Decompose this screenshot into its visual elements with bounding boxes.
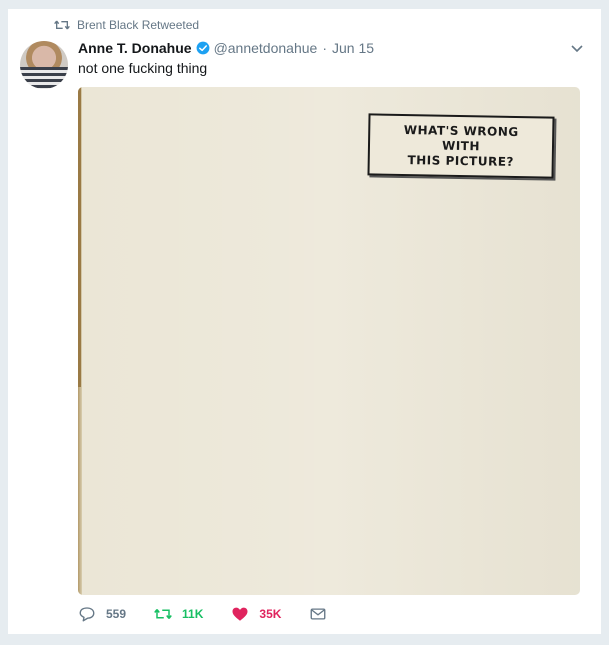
tweet-header: Anne T. Donahue @annetdonahue · Jun 15 — [78, 39, 374, 57]
heart-icon — [232, 607, 248, 621]
caption-line-3: THIS PICTURE? — [407, 152, 515, 169]
tweet-text: not one fucking thing — [78, 60, 208, 76]
caret-down-icon[interactable] — [571, 45, 583, 53]
retweet-action-icon — [154, 609, 172, 619]
page-spine-shadow — [78, 87, 81, 387]
tweet-card[interactable]: Brent Black Retweeted Anne T. Donahue @a… — [8, 8, 601, 634]
caption-line-1: WHAT'S WRONG — [403, 122, 519, 139]
separator-dot: · — [322, 40, 327, 56]
retweet-context: Brent Black Retweeted — [54, 18, 199, 32]
caption-line-2: WITH — [441, 138, 481, 153]
retweet-context-label[interactable]: Brent Black Retweeted — [77, 18, 199, 32]
reply-count: 559 — [106, 607, 127, 621]
username[interactable]: @annetdonahue — [214, 39, 318, 57]
retweet-button[interactable]: 11K — [154, 605, 203, 623]
media-caption-box: WHAT'S WRONG WITH THIS PICTURE? — [367, 113, 555, 179]
tweet-media-image[interactable]: WHAT'S WRONG WITH THIS PICTURE? — [78, 87, 580, 595]
tweet-actions: 559 11K 35K — [78, 605, 365, 623]
retweet-count: 11K — [182, 607, 204, 621]
retweet-icon — [54, 20, 70, 30]
like-button[interactable]: 35K — [231, 605, 281, 623]
avatar[interactable] — [20, 41, 68, 89]
timestamp[interactable]: Jun 15 — [332, 39, 374, 57]
direct-message-button[interactable] — [309, 605, 337, 623]
fullname[interactable]: Anne T. Donahue — [78, 39, 192, 57]
verified-badge-icon — [196, 41, 209, 55]
reply-icon — [79, 607, 95, 622]
envelope-icon — [310, 608, 326, 620]
like-count: 35K — [259, 607, 282, 621]
reply-button[interactable]: 559 — [78, 605, 126, 623]
